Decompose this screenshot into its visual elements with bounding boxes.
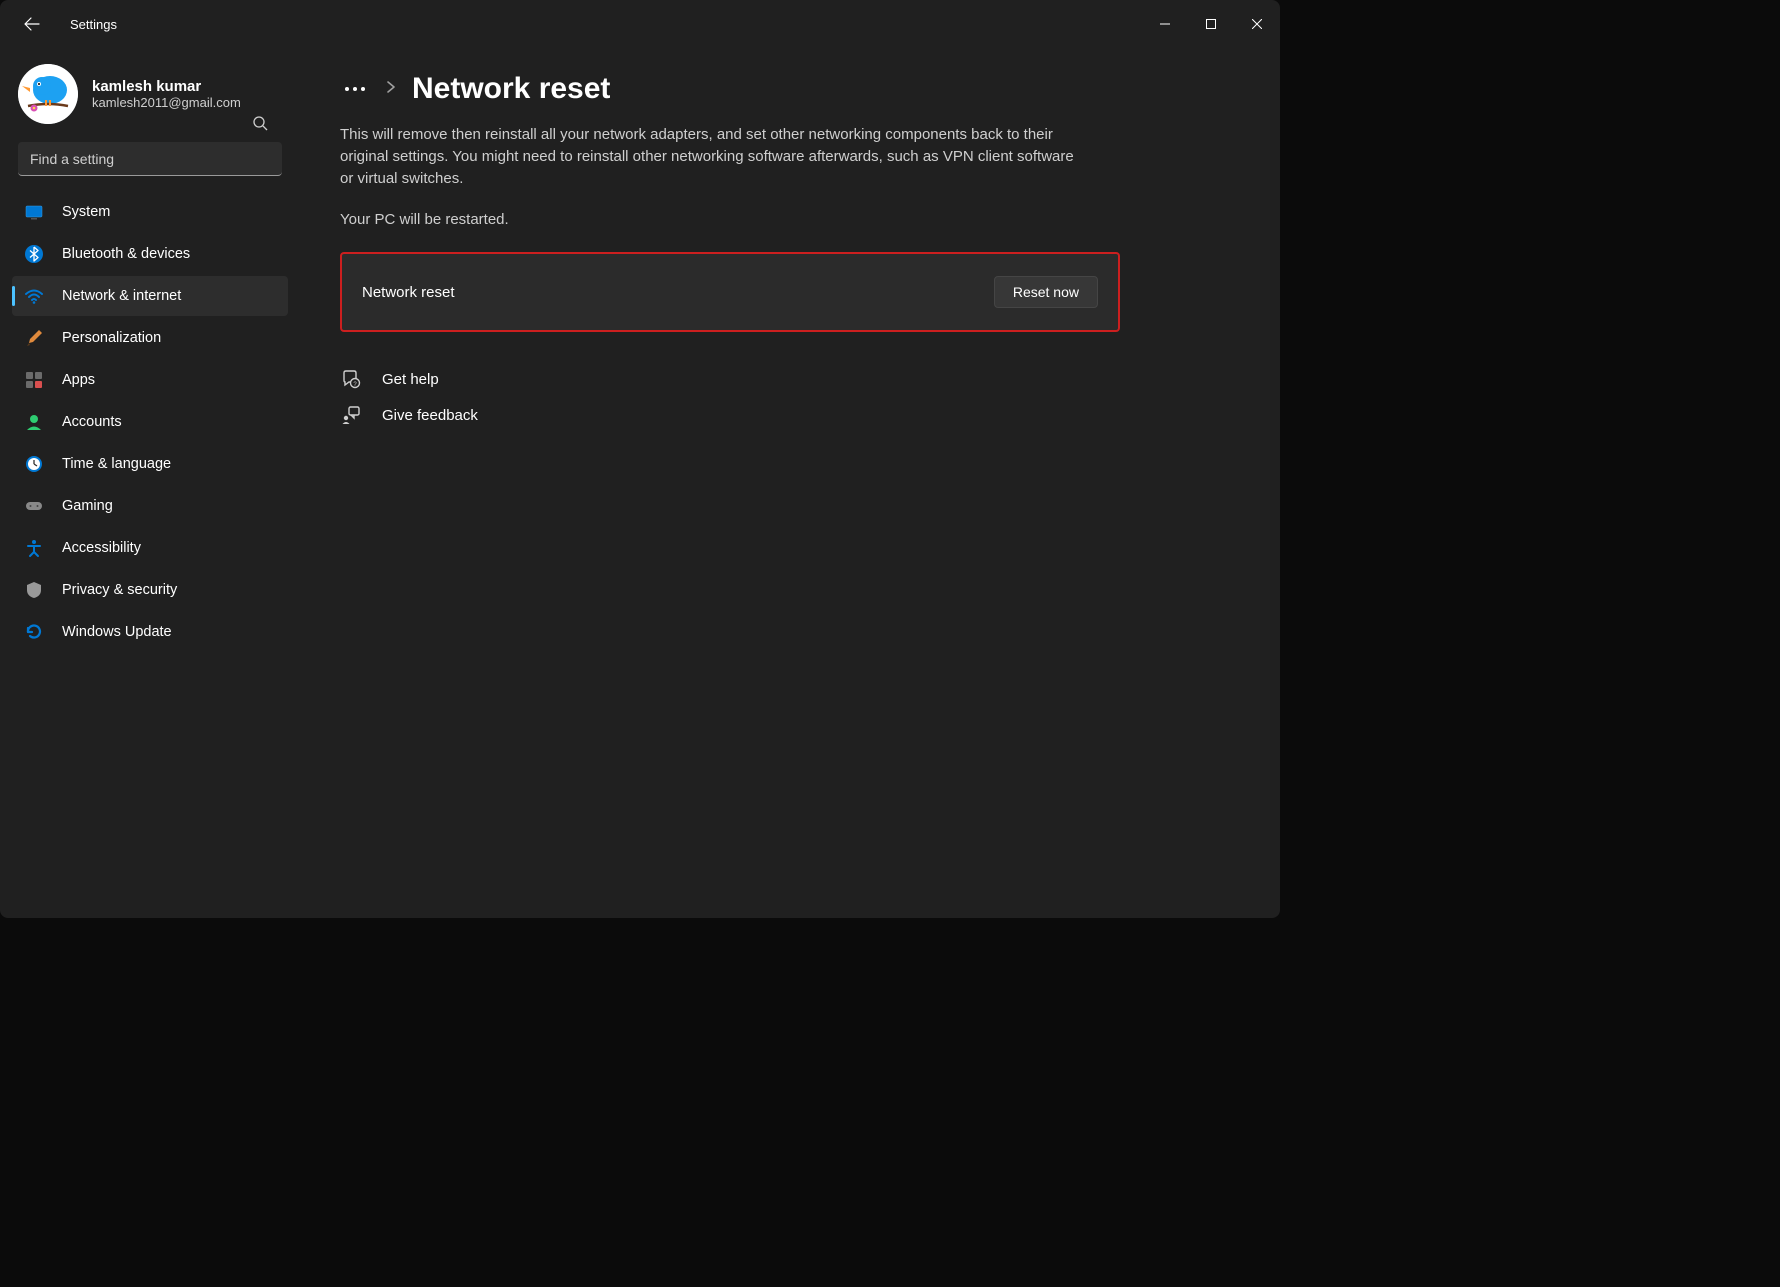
monitor-icon xyxy=(24,202,44,222)
sidebar-item-label: Gaming xyxy=(62,498,113,514)
sidebar-item-windows-update[interactable]: Windows Update xyxy=(12,612,288,652)
user-name: kamlesh kumar xyxy=(92,78,241,95)
page-title: Network reset xyxy=(412,72,610,106)
clock-globe-icon xyxy=(24,454,44,474)
sidebar-item-label: Windows Update xyxy=(62,624,172,640)
sidebar-item-label: System xyxy=(62,204,110,220)
sidebar-item-apps[interactable]: Apps xyxy=(12,360,288,400)
restart-notice: Your PC will be restarted. xyxy=(340,211,1240,228)
give-feedback-label: Give feedback xyxy=(382,407,478,424)
sidebar-item-accounts[interactable]: Accounts xyxy=(12,402,288,442)
shield-icon xyxy=(24,580,44,600)
page-description: This will remove then reinstall all your… xyxy=(340,124,1080,189)
bluetooth-icon xyxy=(24,244,44,264)
avatar xyxy=(18,64,78,124)
sidebar-item-system[interactable]: System xyxy=(12,192,288,232)
sidebar-item-label: Personalization xyxy=(62,330,161,346)
get-help-link[interactable]: ? Get help xyxy=(340,368,1240,390)
minimize-button[interactable] xyxy=(1142,8,1188,40)
main-content: Network reset This will remove then rein… xyxy=(300,48,1280,918)
chevron-right-icon xyxy=(386,80,396,99)
sidebar-item-accessibility[interactable]: Accessibility xyxy=(12,528,288,568)
sidebar-item-network[interactable]: Network & internet xyxy=(12,276,288,316)
sidebar-item-label: Accessibility xyxy=(62,540,141,556)
gamepad-icon xyxy=(24,496,44,516)
sidebar-item-label: Apps xyxy=(62,372,95,388)
sidebar-item-personalization[interactable]: Personalization xyxy=(12,318,288,358)
feedback-icon xyxy=(340,404,362,426)
back-arrow-icon xyxy=(24,16,40,32)
search-wrap xyxy=(6,142,294,192)
breadcrumb-more-button[interactable] xyxy=(340,86,370,92)
sidebar-item-label: Bluetooth & devices xyxy=(62,246,190,262)
nav: System Bluetooth & devices Network & int… xyxy=(6,192,294,652)
titlebar: Settings xyxy=(0,0,1280,48)
help-icon: ? xyxy=(340,368,362,390)
body: kamlesh kumar kamlesh2011@gmail.com Syst… xyxy=(0,48,1280,918)
accessibility-icon xyxy=(24,538,44,558)
minimize-icon xyxy=(1160,19,1170,29)
ellipsis-icon xyxy=(344,86,366,92)
sidebar-item-privacy[interactable]: Privacy & security xyxy=(12,570,288,610)
window-title: Settings xyxy=(70,17,117,32)
get-help-label: Get help xyxy=(382,371,439,388)
wifi-icon xyxy=(24,286,44,306)
reset-now-button[interactable]: Reset now xyxy=(994,276,1098,308)
give-feedback-link[interactable]: Give feedback xyxy=(340,404,1240,426)
user-profile[interactable]: kamlesh kumar kamlesh2011@gmail.com xyxy=(6,58,294,142)
back-button[interactable] xyxy=(12,4,52,44)
network-reset-card: Network reset Reset now xyxy=(340,252,1120,332)
card-label: Network reset xyxy=(362,284,455,301)
apps-icon xyxy=(24,370,44,390)
sidebar-item-time-language[interactable]: Time & language xyxy=(12,444,288,484)
person-icon xyxy=(24,412,44,432)
breadcrumb: Network reset xyxy=(340,72,1240,106)
sidebar-item-label: Network & internet xyxy=(62,288,181,304)
close-icon xyxy=(1252,19,1262,29)
user-text: kamlesh kumar kamlesh2011@gmail.com xyxy=(92,78,241,110)
paintbrush-icon xyxy=(24,328,44,348)
sidebar-item-label: Time & language xyxy=(62,456,171,472)
maximize-button[interactable] xyxy=(1188,8,1234,40)
sidebar-item-bluetooth[interactable]: Bluetooth & devices xyxy=(12,234,288,274)
help-links: ? Get help Give feedback xyxy=(340,368,1240,426)
settings-window: Settings xyxy=(0,0,1280,918)
sidebar-item-label: Accounts xyxy=(62,414,122,430)
user-email: kamlesh2011@gmail.com xyxy=(92,95,241,110)
sidebar: kamlesh kumar kamlesh2011@gmail.com Syst… xyxy=(0,48,300,918)
maximize-icon xyxy=(1206,19,1216,29)
sidebar-item-gaming[interactable]: Gaming xyxy=(12,486,288,526)
close-button[interactable] xyxy=(1234,8,1280,40)
sidebar-item-label: Privacy & security xyxy=(62,582,177,598)
search-input[interactable] xyxy=(18,142,282,176)
titlebar-left: Settings xyxy=(12,4,117,44)
window-controls xyxy=(1142,8,1280,40)
update-icon xyxy=(24,622,44,642)
